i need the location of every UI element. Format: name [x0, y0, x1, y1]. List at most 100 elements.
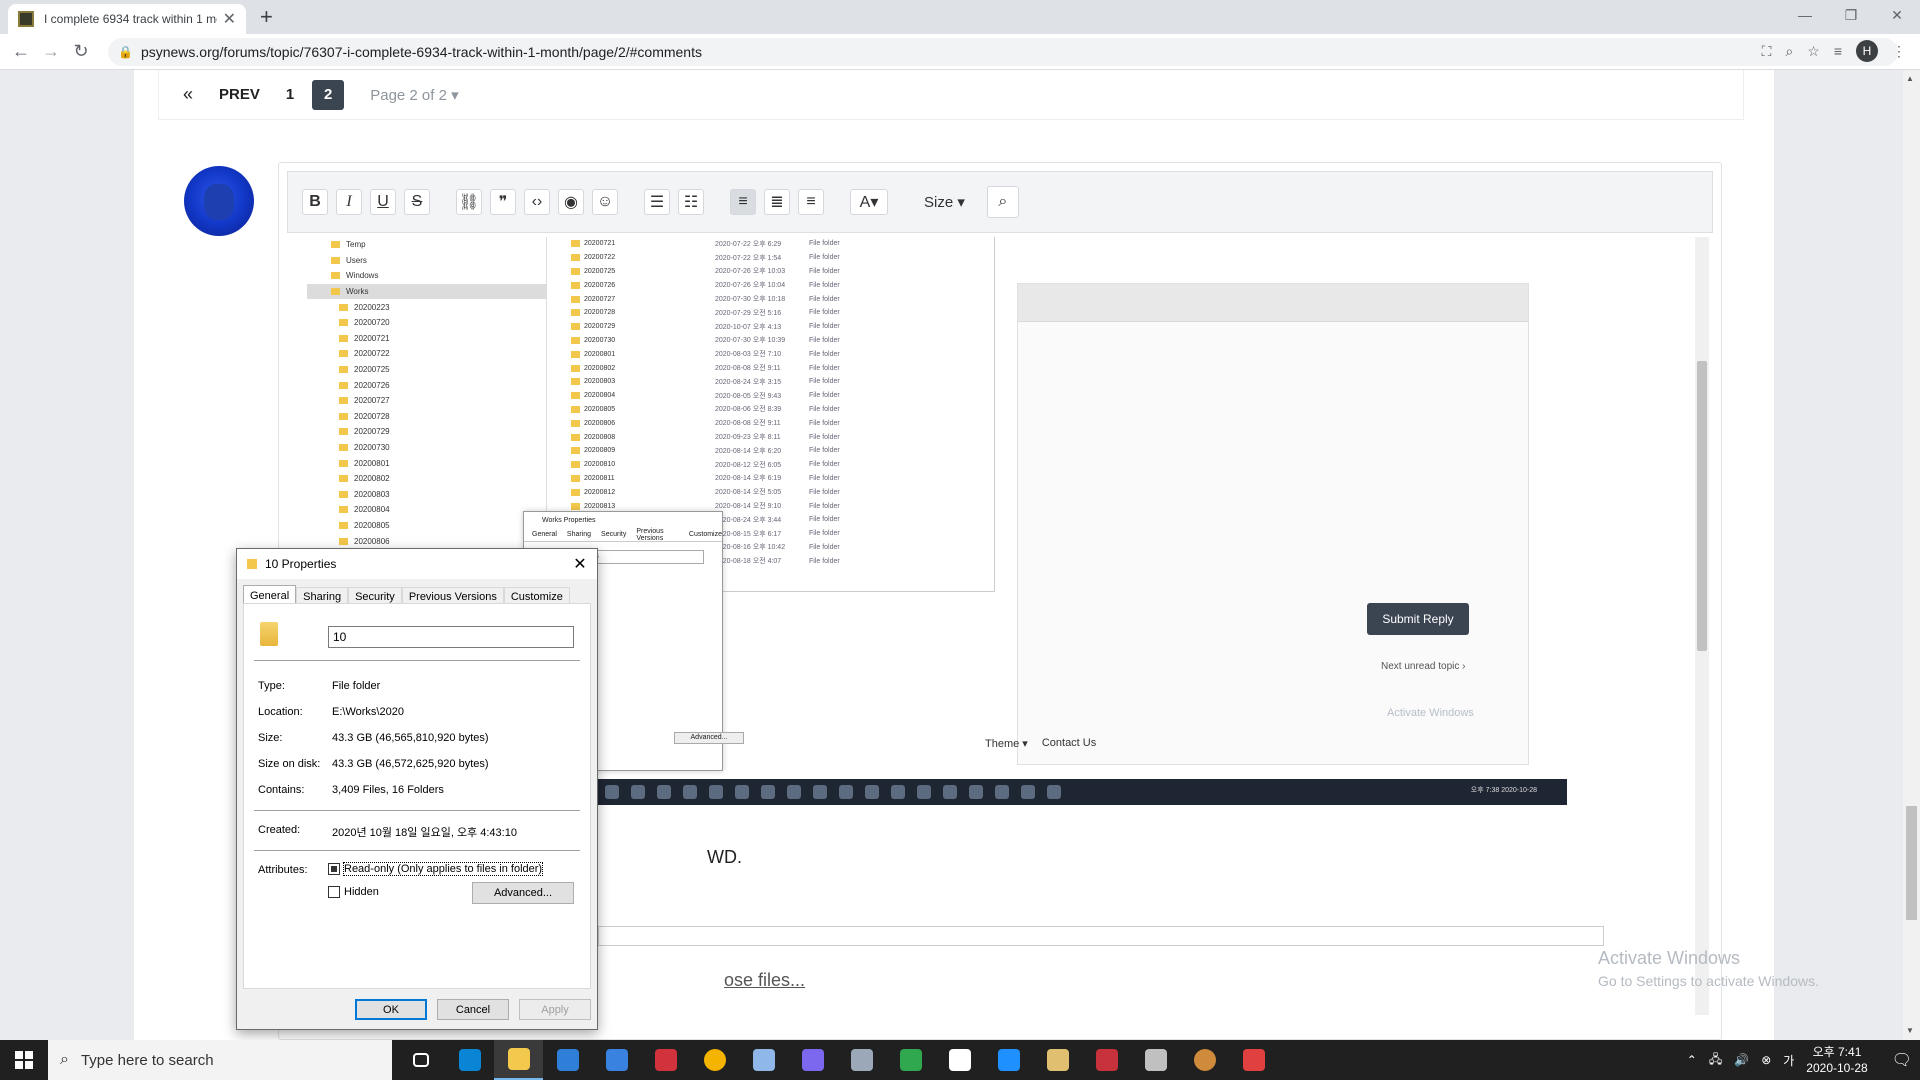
menu-icon[interactable]: ⋮ — [1892, 43, 1906, 60]
folder-name-input[interactable]: 10 — [328, 626, 574, 648]
taskbar-app-icon[interactable] — [837, 1040, 886, 1080]
toolbar-actions: ⛶ ⌕ ☆ ≡ H ⋮ — [1762, 40, 1906, 62]
file-list-row: 20200728 2020-07-29 오전 5:16 File folder — [557, 306, 994, 320]
taskbar-app-icon[interactable] — [935, 1040, 984, 1080]
italic-button[interactable]: I — [336, 189, 362, 215]
profile-avatar[interactable]: H — [1856, 40, 1878, 62]
close-window-icon[interactable]: ✕ — [1874, 0, 1920, 30]
lock-icon[interactable]: 🔒 — [118, 45, 133, 59]
taskbar-app-icon[interactable] — [886, 1040, 935, 1080]
first-page-icon[interactable]: « — [183, 84, 193, 105]
readonly-label[interactable]: Read-only (Only applies to files in fold… — [342, 862, 544, 876]
preview-icon[interactable]: ⌕ — [986, 186, 1019, 218]
tab-general[interactable]: General — [243, 585, 297, 605]
forward-icon[interactable]: → — [36, 41, 66, 62]
taskbar-app-icon[interactable] — [1131, 1040, 1180, 1080]
hidden-checkbox[interactable]: Hidden — [328, 886, 379, 898]
advanced-button[interactable]: Advanced... — [472, 882, 574, 904]
taskbar-app-icon[interactable] — [1082, 1040, 1131, 1080]
browser-tab[interactable]: I complete 6934 track within 1 mon ✕ — [8, 4, 246, 34]
volume-icon[interactable]: 🔊 — [1734, 1053, 1749, 1067]
font-color-icon[interactable]: A▾ — [850, 189, 888, 215]
font-size-dropdown[interactable]: Size ▾ — [924, 193, 965, 211]
taskbar-app-icon[interactable] — [592, 1040, 641, 1080]
taskbar-app-icon[interactable] — [445, 1040, 494, 1080]
taskbar-app-icon[interactable] — [543, 1040, 592, 1080]
taskbar-app-icon[interactable] — [1180, 1040, 1229, 1080]
scroll-up-icon[interactable]: ▲ — [1906, 74, 1914, 83]
emoji-icon[interactable]: ☺ — [592, 189, 618, 215]
user-avatar[interactable] — [184, 166, 254, 236]
bullet-list-icon[interactable]: ☰ — [644, 189, 670, 215]
network-icon[interactable]: 🖧 — [1709, 1050, 1722, 1071]
taskbar-app-icon[interactable] — [788, 1040, 837, 1080]
taskbar-clock[interactable]: 오후 7:41 2020-10-28 — [1806, 1044, 1867, 1076]
page-link-current[interactable]: 2 — [312, 79, 345, 110]
align-left-icon[interactable]: ≡ — [730, 189, 756, 215]
align-center-icon[interactable]: ≣ — [764, 189, 790, 215]
translate-icon[interactable]: ⛶ — [1762, 43, 1772, 60]
taskbar-app-icon[interactable] — [690, 1040, 739, 1080]
taskbar-app-icon[interactable] — [1033, 1040, 1082, 1080]
address-url[interactable]: psynews.org/forums/topic/76307-i-complet… — [141, 44, 702, 60]
ime-icon[interactable]: 가 — [1783, 1052, 1794, 1069]
align-right-icon[interactable]: ≡ — [798, 189, 824, 215]
file-list-row: 20200725 2020-07-26 오후 10:03 File folder — [557, 265, 994, 279]
file-list-cell: 2020-08-24 오후 3:15 — [715, 378, 782, 386]
page-jump-dropdown[interactable]: Page 2 of 2 ▾ — [370, 86, 458, 104]
reload-icon[interactable]: ↻ — [66, 41, 96, 62]
editor-scroll-thumb[interactable] — [1697, 361, 1707, 651]
spoiler-eye-icon[interactable]: ◉ — [558, 189, 584, 215]
readonly-checkbox-box[interactable] — [328, 863, 340, 875]
reading-list-icon[interactable]: ≡ — [1834, 43, 1842, 59]
page-link-1[interactable]: 1 — [286, 86, 294, 103]
file-list-cell: File folder — [809, 488, 840, 496]
bold-button[interactable]: B — [302, 189, 328, 215]
address-bar[interactable]: 🔒 psynews.org/forums/topic/76307-i-compl… — [108, 38, 1898, 66]
underline-button[interactable]: U — [370, 189, 396, 215]
taskbar-app-icon[interactable] — [984, 1040, 1033, 1080]
search-placeholder[interactable]: Type here to search — [81, 1052, 214, 1069]
numbered-list-icon[interactable]: ☷ — [678, 189, 704, 215]
ok-button[interactable]: OK — [355, 999, 427, 1020]
page-scrollbar[interactable]: ▲ ▼ — [1903, 70, 1920, 1040]
restore-icon[interactable]: ❐ — [1828, 0, 1874, 30]
editor-scrollbar[interactable] — [1695, 237, 1709, 1015]
page-scroll-thumb[interactable] — [1906, 806, 1917, 920]
hidden-label[interactable]: Hidden — [344, 886, 379, 898]
tab-close-icon[interactable]: ✕ — [223, 9, 236, 29]
tree-item: 20200805 — [307, 518, 546, 534]
link-icon[interactable]: ⛓ — [456, 189, 482, 215]
start-button[interactable] — [0, 1040, 48, 1080]
dialog-close-icon[interactable]: ✕ — [563, 554, 597, 574]
quote-icon[interactable]: ❞ — [490, 189, 516, 215]
scroll-down-icon[interactable]: ▼ — [1906, 1026, 1914, 1035]
hidden-checkbox-box[interactable] — [328, 886, 340, 898]
minimize-icon[interactable]: — — [1782, 0, 1828, 30]
tray-app-icon[interactable]: ⊗ — [1761, 1053, 1771, 1067]
taskbar-app-icon[interactable] — [396, 1040, 445, 1080]
cancel-button[interactable]: Cancel — [437, 999, 509, 1020]
location-value: E:\Works\2020 — [332, 706, 404, 718]
notifications-icon[interactable]: 🗨 — [1892, 1050, 1912, 1070]
strikethrough-button[interactable]: S — [404, 189, 430, 215]
back-icon[interactable]: ← — [6, 41, 36, 62]
readonly-checkbox[interactable]: Read-only (Only applies to files in fold… — [328, 862, 544, 876]
taskbar-app-icon[interactable] — [641, 1040, 690, 1080]
taskbar-app-icon[interactable] — [494, 1040, 543, 1080]
taskbar-app-icon[interactable] — [1229, 1040, 1278, 1080]
app-glyph — [507, 1048, 530, 1070]
file-list-cell: 20200805 — [557, 406, 715, 413]
taskbar-app-icon[interactable] — [739, 1040, 788, 1080]
apply-button[interactable]: Apply — [519, 999, 591, 1020]
prev-page-link[interactable]: PREV — [219, 86, 260, 103]
choose-files-link[interactable]: ose files... — [724, 970, 805, 991]
code-icon[interactable]: ‹› — [524, 189, 550, 215]
zoom-icon[interactable]: ⌕ — [1785, 43, 1793, 60]
new-tab-button[interactable]: + — [260, 4, 273, 30]
avatar-face — [204, 184, 234, 220]
taskbar-search[interactable]: ⌕ Type here to search — [48, 1040, 392, 1080]
tray-chevron-icon[interactable]: ⌃ — [1687, 1053, 1697, 1067]
tree-item: 20200725 — [307, 362, 546, 378]
bookmark-star-icon[interactable]: ☆ — [1807, 43, 1820, 60]
